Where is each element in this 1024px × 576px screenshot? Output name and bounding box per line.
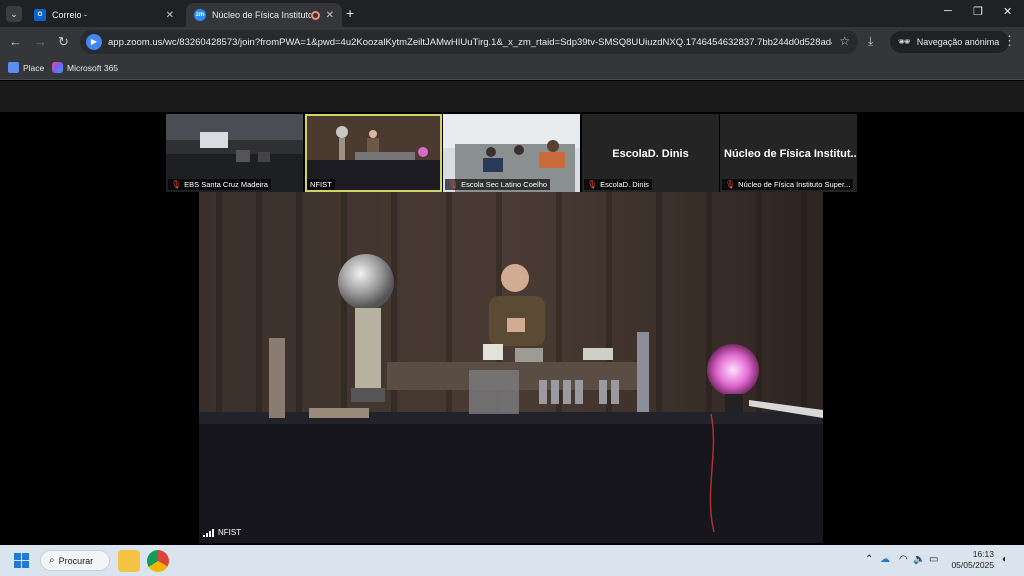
mic-muted-icon: 🎙 [448, 180, 459, 189]
kebab-menu-icon[interactable]: ⋮ [1003, 33, 1016, 49]
participant-label: 🎙 EscolaD. Dinis [584, 179, 652, 190]
participant-label: 🎙 Núcleo de Física Instituto Super... [722, 179, 854, 190]
bookmark-label: Microsoft 365 [67, 62, 119, 73]
taskbar-search[interactable]: ⌕ Procurar [40, 550, 110, 571]
battery-icon[interactable]: ▭ [929, 554, 938, 565]
close-window-button[interactable]: ✕ [1003, 5, 1012, 18]
video-feed [199, 192, 823, 543]
participant-tile-latino-coelho[interactable]: 🎙 Escola Sec Latino Coelho [443, 114, 580, 192]
zoom-site-icon[interactable]: ▶ [86, 34, 102, 50]
tab-search-button[interactable]: ⌄ [6, 6, 22, 22]
bookmark-microsoft365[interactable]: Microsoft 365 [52, 62, 118, 73]
speaker-label: NFIST [203, 528, 241, 537]
mic-muted-icon: 🎙 [587, 180, 598, 189]
wifi-icon[interactable]: ◠ [899, 554, 908, 565]
back-button[interactable]: ← [9, 34, 22, 50]
onedrive-icon[interactable]: ☁ [880, 554, 890, 565]
tab-title: Núcleo de Física Instituto Su [212, 10, 311, 20]
file-explorer-icon[interactable] [118, 550, 140, 572]
participant-display-name: Núcleo de Física Institut... [724, 148, 857, 160]
screen: ⌄ O Correio - ✕ zm Núcleo de Física Inst… [0, 0, 1024, 576]
place-icon [8, 62, 19, 73]
mic-muted-icon: 🎙 [171, 180, 182, 189]
recording-icon [310, 10, 320, 20]
chrome-icon[interactable] [147, 550, 169, 572]
clock-time: 16:13 [972, 549, 994, 559]
windows-start-icon[interactable] [14, 553, 29, 568]
clock-date: 05/05/2025 [951, 560, 994, 570]
microsoft365-icon [52, 62, 63, 73]
windows-taskbar: ⌕ Procurar ⌃ ☁ ◠ 🔈 ▭ 16:13 05/05/2025 ◐ [0, 545, 1024, 576]
restore-button[interactable]: ❐ [973, 5, 983, 18]
bookmark-label: Place [23, 62, 45, 73]
main-speaker-video[interactable] [199, 192, 823, 543]
participant-label: NFIST [307, 179, 335, 190]
signal-strength-icon [203, 528, 215, 537]
notifications-icon[interactable]: ◐ [1002, 554, 1008, 565]
participant-name: EBS Santa Cruz Madeira [184, 180, 268, 189]
participant-label: 🎙 Escola Sec Latino Coelho [445, 179, 551, 190]
participant-label: 🎙 EBS Santa Cruz Madeira [168, 179, 271, 190]
taskbar-clock[interactable]: 16:13 05/05/2025 [944, 549, 994, 571]
tab-correio[interactable]: O Correio - ✕ [26, 3, 182, 27]
speaker-name: NFIST [218, 528, 242, 537]
close-icon[interactable]: ✕ [326, 10, 334, 21]
bookmark-star-icon[interactable]: ☆ [839, 34, 850, 48]
incognito-label: Navegação anónima [916, 37, 1000, 47]
participant-display-name: EscolaD. Dinis [612, 148, 689, 160]
mic-muted-icon: 🎙 [725, 180, 736, 189]
minimize-button[interactable]: ─ [944, 5, 952, 17]
bookmarks-bar: Place Microsoft 365 [0, 58, 1024, 80]
forward-button[interactable]: → [34, 34, 47, 50]
meeting-header [0, 81, 1024, 112]
url-text[interactable]: app.zoom.us/wc/83260428573/join?fromPWA=… [108, 37, 832, 48]
outlook-icon: O [34, 9, 46, 21]
new-tab-button[interactable]: + [346, 5, 354, 21]
address-bar[interactable]: ▶ app.zoom.us/wc/83260428573/join?fromPW… [80, 30, 858, 54]
tab-title: Correio - [52, 10, 88, 20]
search-label: Procurar [58, 555, 94, 566]
close-icon[interactable]: ✕ [166, 10, 174, 21]
participant-tile-escola-dinis[interactable]: EscolaD. Dinis 🎙 EscolaD. Dinis [582, 114, 719, 192]
participant-name: Núcleo de Física Instituto Super... [738, 180, 851, 189]
participant-tile-nucleo-fisica[interactable]: Núcleo de Física Institut... 🎙 Núcleo de… [720, 114, 857, 192]
tab-zoom[interactable]: zm Núcleo de Física Instituto Su ✕ [186, 3, 342, 27]
browser-toolbar: ← → ↻ ▶ app.zoom.us/wc/83260428573/join?… [0, 27, 1024, 58]
zoom-icon: zm [194, 9, 206, 21]
incognito-badge[interactable]: 🕶 Navegação anónima [890, 31, 1010, 53]
reload-button[interactable]: ↻ [58, 34, 69, 50]
participant-tile-ebs[interactable]: 🎙 EBS Santa Cruz Madeira [166, 114, 303, 192]
download-icon[interactable]: ⤓ [868, 34, 873, 49]
bookmark-place[interactable]: Place [8, 62, 44, 73]
incognito-icon: 🕶 [898, 36, 911, 48]
participant-tile-nfist[interactable]: NFIST [305, 114, 442, 192]
participant-name: EscolaD. Dinis [600, 180, 649, 189]
search-icon: ⌕ [49, 555, 55, 566]
participant-name: NFIST [310, 180, 332, 189]
volume-icon[interactable]: 🔈 [913, 554, 925, 565]
browser-tab-bar: ⌄ O Correio - ✕ zm Núcleo de Física Inst… [0, 0, 1024, 27]
participant-name: Escola Sec Latino Coelho [461, 180, 548, 189]
chevron-up-icon[interactable]: ⌃ [865, 554, 873, 565]
